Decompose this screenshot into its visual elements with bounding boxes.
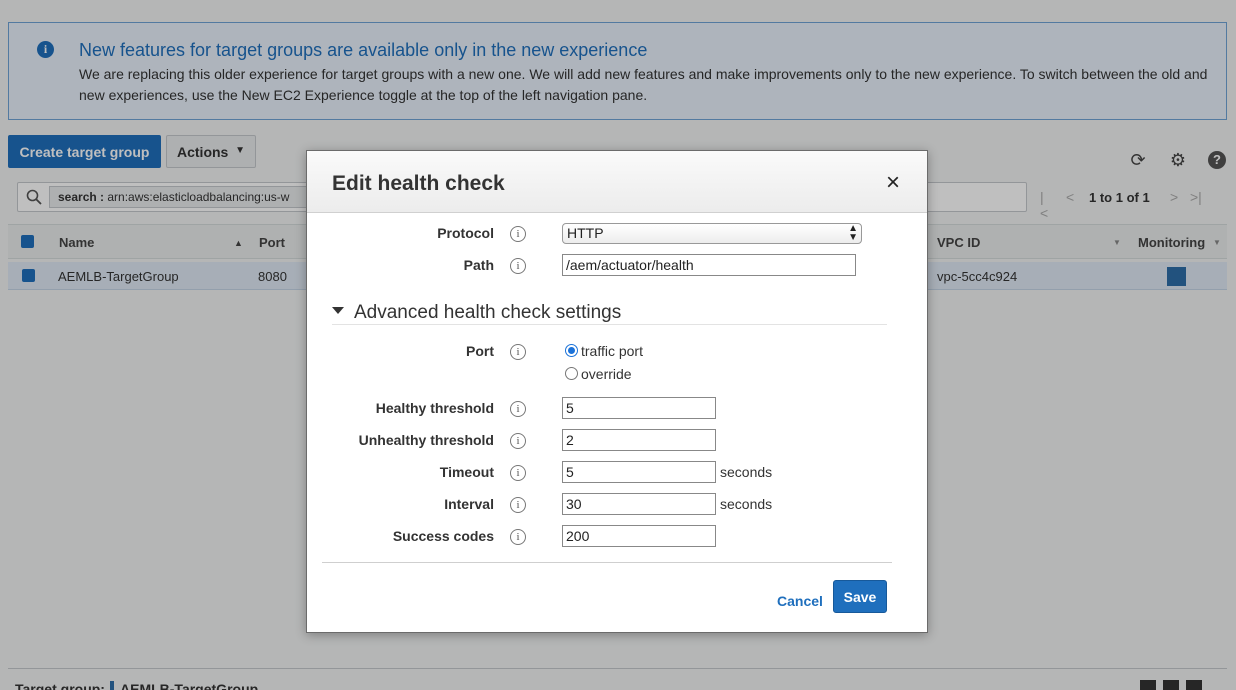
interval-label: Interval xyxy=(444,496,494,512)
caret-down-icon xyxy=(332,307,344,315)
protocol-value: HTTP xyxy=(567,225,604,241)
path-label: Path xyxy=(463,257,494,273)
path-info-icon[interactable]: i xyxy=(510,258,526,274)
success-codes-label: Success codes xyxy=(392,528,494,544)
traffic-port-label[interactable]: traffic port xyxy=(581,343,643,359)
interval-unit: seconds xyxy=(720,496,773,512)
unhealthy-threshold-input[interactable]: 2 xyxy=(562,429,716,451)
port-label: Port xyxy=(466,343,494,359)
timeout-input[interactable]: 5 xyxy=(562,461,716,483)
override-port-label[interactable]: override xyxy=(581,366,632,382)
protocol-label: Protocol xyxy=(437,225,494,241)
port-info-icon[interactable]: i xyxy=(510,344,526,360)
footer-divider xyxy=(322,562,892,563)
timeout-unit: seconds xyxy=(720,464,773,480)
healthy-threshold-label: Healthy threshold xyxy=(375,400,494,416)
divider xyxy=(332,324,887,325)
unhealthy-threshold-label: Unhealthy threshold xyxy=(358,432,494,448)
success-codes-input[interactable]: 200 xyxy=(562,525,716,547)
override-port-radio[interactable] xyxy=(565,367,578,380)
close-icon[interactable]: × xyxy=(883,171,903,195)
protocol-select[interactable]: HTTP ▲ ▼ xyxy=(562,223,862,244)
cancel-button[interactable]: Cancel xyxy=(777,593,823,609)
path-input[interactable]: /aem/actuator/health xyxy=(562,254,856,276)
healthy-threshold-info-icon[interactable]: i xyxy=(510,401,526,417)
dialog-title: Edit health check xyxy=(332,172,505,195)
timeout-label: Timeout xyxy=(439,464,494,480)
interval-input[interactable]: 30 xyxy=(562,493,716,515)
edit-health-check-dialog: Edit health check × Protocol i HTTP ▲ ▼ P… xyxy=(306,150,928,633)
healthy-threshold-input[interactable]: 5 xyxy=(562,397,716,419)
success-codes-info-icon[interactable]: i xyxy=(510,529,526,545)
save-button[interactable]: Save xyxy=(833,580,887,613)
protocol-info-icon[interactable]: i xyxy=(510,226,526,242)
unhealthy-threshold-info-icon[interactable]: i xyxy=(510,433,526,449)
dialog-header: Edit health check × xyxy=(307,151,927,213)
timeout-info-icon[interactable]: i xyxy=(510,465,526,481)
advanced-settings-title: Advanced health check settings xyxy=(354,302,622,323)
select-arrows-icon: ▲ ▼ xyxy=(848,223,858,243)
traffic-port-radio[interactable] xyxy=(565,344,578,357)
interval-info-icon[interactable]: i xyxy=(510,497,526,513)
advanced-settings-toggle[interactable]: Advanced health check settings xyxy=(332,302,621,324)
